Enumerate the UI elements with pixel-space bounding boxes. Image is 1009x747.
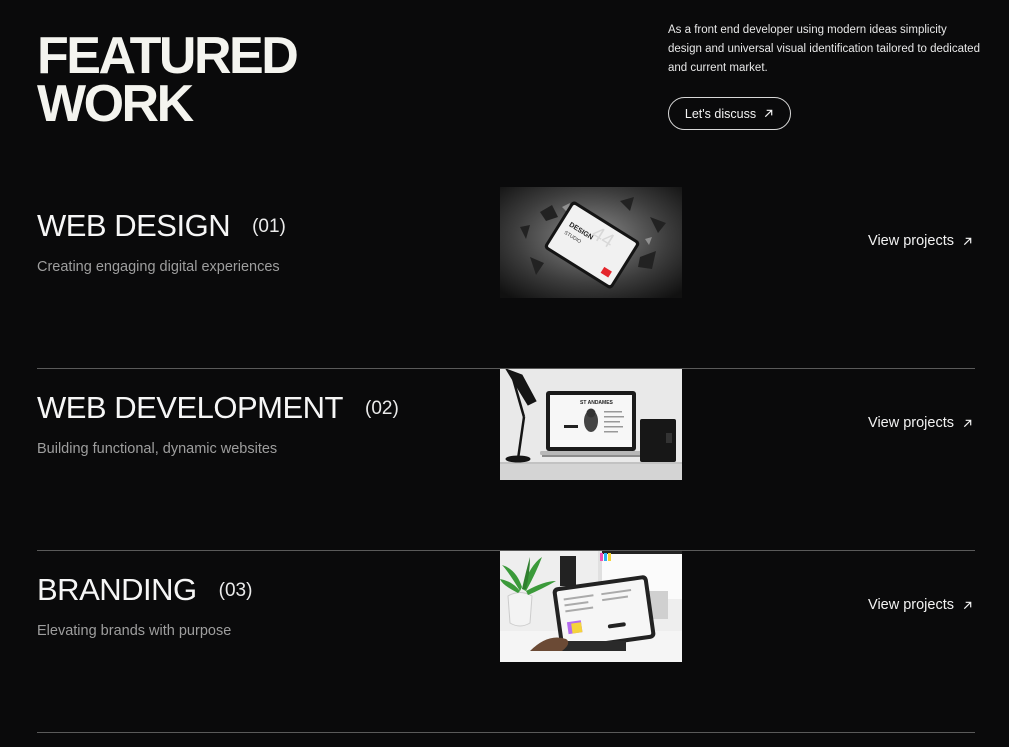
arrow-up-right-icon — [963, 419, 972, 427]
lets-discuss-button[interactable]: Let's discuss — [668, 97, 791, 130]
arrow-up-right-icon — [963, 601, 972, 609]
section-divider — [37, 732, 975, 733]
view-projects-link[interactable]: View projects — [868, 415, 973, 431]
page-title-line2: WORK — [37, 75, 194, 133]
branding-thumbnail[interactable] — [500, 551, 682, 662]
tablet-plant-image — [500, 551, 682, 662]
laptop-mockup-image: ST ANDAMES — [500, 369, 682, 480]
page-title: FEATURED WORK — [37, 27, 299, 133]
web-design-thumbnail[interactable]: DESIGN STUDIO 44 — [500, 187, 682, 298]
page-title-line1: FEATURED — [37, 27, 299, 85]
view-projects-link[interactable]: View projects — [868, 233, 973, 249]
service-description: Building functional, dynamic websites — [37, 441, 278, 457]
view-projects-label: View projects — [868, 233, 954, 249]
service-number: (03) — [218, 580, 253, 601]
intro-text: As a front end developer using modern id… — [668, 24, 980, 74]
view-projects-label: View projects — [868, 597, 954, 613]
service-web-development: WEB DEVELOPMENT (02) Building functional… — [37, 369, 975, 551]
view-projects-label: View projects — [868, 415, 954, 431]
service-title-row: BRANDING (03) — [37, 572, 252, 608]
service-description: Elevating brands with purpose — [37, 623, 232, 639]
service-number: (02) — [365, 398, 399, 419]
service-title: WEB DEVELOPMENT — [37, 390, 344, 425]
view-projects-link[interactable]: View projects — [868, 597, 973, 613]
lets-discuss-label: Let's discuss — [684, 106, 757, 121]
service-title: WEB DESIGN — [37, 208, 231, 243]
service-title-row: WEB DEVELOPMENT (02) — [37, 390, 399, 426]
web-development-thumbnail[interactable]: ST ANDAMES — [500, 369, 682, 480]
svg-text:ST ANDAMES: ST ANDAMES — [580, 400, 614, 406]
service-title: BRANDING — [37, 572, 197, 607]
tablet-mockup-image: DESIGN STUDIO 44 — [500, 187, 682, 298]
service-number: (01) — [252, 216, 286, 237]
arrow-up-right-icon — [764, 109, 773, 118]
service-description: Creating engaging digital experiences — [37, 259, 280, 275]
service-branding: BRANDING (03) Elevating brands with purp… — [37, 551, 975, 733]
service-title-row: WEB DESIGN (01) — [37, 208, 286, 244]
service-web-design: WEB DESIGN (01) Creating engaging digita… — [37, 187, 975, 369]
arrow-up-right-icon — [963, 237, 972, 245]
